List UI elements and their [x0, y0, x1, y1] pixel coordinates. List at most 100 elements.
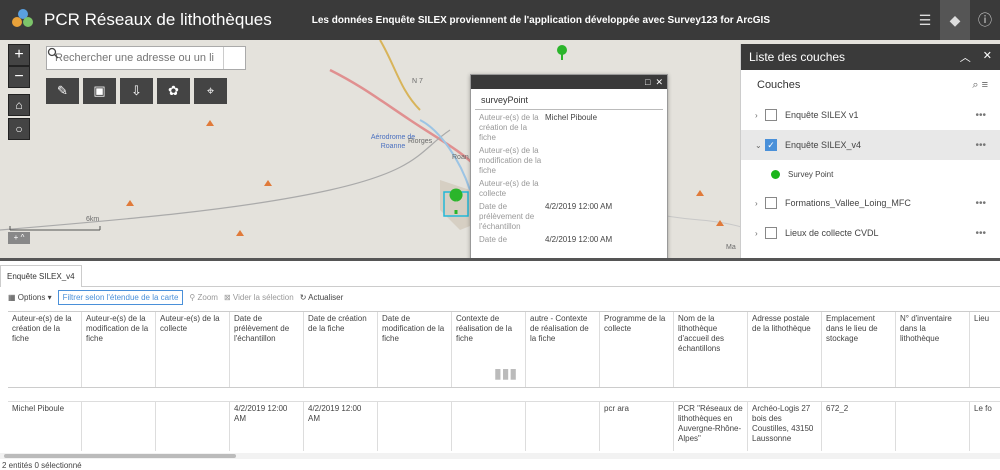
layer-item[interactable]: › Lieux de collecte CVDL ••• — [741, 218, 1000, 248]
chevron-right-icon[interactable]: › — [755, 111, 765, 120]
tab-enquete-silex-v4[interactable]: Enquête SILEX_v4 — [0, 265, 82, 287]
print-icon[interactable]: ▣ — [83, 78, 116, 104]
search-icon[interactable] — [47, 47, 245, 69]
column-header[interactable]: autre - Contexte de réalisation de la fi… — [526, 312, 600, 387]
table-cell: pcr ara — [600, 402, 674, 451]
table-cell: Archéo-Logis 27 bois des Coustilles, 431… — [748, 402, 822, 451]
map-label-town2: Roan — [452, 154, 469, 161]
popup-value: 4/2/2019 12:00 AM — [545, 235, 613, 244]
layer-list-panel: Liste des couches ︿ ✕ Couches ⌕ ≡ › Enqu… — [740, 44, 1000, 258]
popup-row: Auteur-e(s) de la création de la fiche M… — [471, 110, 667, 143]
layer-item[interactable]: › Formations_Vallee_Loing_MFC ••• — [741, 188, 1000, 218]
more-icon[interactable]: ••• — [975, 140, 1000, 151]
column-header[interactable]: Date de modification de la fiche — [378, 312, 452, 387]
popup-key: Auteur-e(s) de la création de la fiche — [479, 113, 539, 142]
overview-toggle-icon[interactable]: + ^ — [8, 232, 30, 244]
column-header[interactable]: Lieu — [970, 312, 1000, 387]
layer-label: Enquête SILEX_v4 — [785, 140, 862, 150]
locate-icon[interactable]: ○ — [8, 118, 30, 140]
info-icon[interactable]: ⓘ — [970, 0, 1000, 40]
basemap-gallery-icon[interactable]: ✿ — [157, 78, 190, 104]
table-cell: 672_2 — [822, 402, 896, 451]
search-input[interactable] — [47, 47, 223, 69]
column-header[interactable]: Programme de la collecte — [600, 312, 674, 387]
chevron-right-icon[interactable]: › — [755, 229, 765, 238]
column-header[interactable]: Adresse postale de la lithothèque — [748, 312, 822, 387]
popup-value: 4/2/2019 12:00 AM — [545, 202, 613, 211]
popup-key: Auteur-e(s) de la collecte — [479, 179, 539, 198]
layer-legend-item: Survey Point — [741, 160, 1000, 188]
column-header[interactable]: Auteur-e(s) de la modification de la fic… — [82, 312, 156, 387]
column-header[interactable]: N° d'inventaire dans la lithothèque — [896, 312, 970, 387]
draw-icon[interactable]: ✎ — [46, 78, 79, 104]
options-menu[interactable]: ▦ Options ▾ — [8, 293, 52, 302]
home-icon[interactable]: ⌂ — [8, 94, 30, 116]
column-header[interactable]: Auteur-e(s) de la collecte — [156, 312, 230, 387]
table-cell: 4/2/2019 12:00 AM — [304, 402, 378, 451]
zoom-label: Zoom — [197, 292, 218, 302]
measure-icon[interactable]: ⇩ — [120, 78, 153, 104]
layer-item[interactable]: ⌄ ✓ Enquête SILEX_v4 ••• — [741, 130, 1000, 160]
more-icon[interactable]: ••• — [975, 110, 1000, 121]
table-cell: 4/2/2019 12:00 AM — [230, 402, 304, 451]
map-label-town: Riorges — [408, 138, 433, 145]
more-icon[interactable]: ••• — [975, 228, 1000, 239]
zoom-in-button[interactable]: + — [8, 44, 30, 66]
table-toolbar: ▦ Options ▾ Filtrer selon l'étendue de l… — [0, 287, 1000, 307]
zoom-button[interactable]: ⚲ Zoom — [189, 293, 218, 302]
layer-checkbox[interactable] — [765, 109, 777, 121]
loading-icon: ▮▮▮ — [494, 365, 518, 381]
table-row[interactable]: Michel Piboule 4/2/2019 12:00 AM 4/2/201… — [8, 402, 1000, 451]
layer-checkbox[interactable] — [765, 197, 777, 209]
app-header: PCR Réseaux de lithothèques Les données … — [0, 0, 1000, 40]
table-cell: Le fo — [974, 404, 992, 413]
chevron-down-icon[interactable]: ⌄ — [755, 141, 765, 150]
popup-row: Auteur-e(s) de la collecte — [471, 176, 667, 199]
close-panel-icon[interactable]: ✕ — [983, 49, 992, 65]
filter-layers-icon[interactable]: ≡ — [982, 79, 988, 91]
popup-row: Date de 4/2/2019 12:00 AM — [471, 232, 667, 245]
popup-key: Date de prélèvement de l'échantillon — [479, 202, 535, 231]
column-header[interactable]: Date de prélèvement de l'échantillon — [230, 312, 304, 387]
popup-title: surveyPoint — [475, 89, 663, 110]
search-box[interactable] — [46, 46, 246, 70]
column-header[interactable]: Nom de la lithothèque d'accueil des écha… — [674, 312, 748, 387]
search-layers-icon[interactable]: ⌕ — [972, 79, 978, 91]
filter-extent-button[interactable]: Filtrer selon l'étendue de la carte — [57, 289, 184, 305]
maximize-icon[interactable]: □ — [645, 77, 650, 87]
map-label-road: N 7 — [412, 78, 423, 85]
list-icon[interactable]: ☰ — [910, 0, 940, 40]
share-icon[interactable]: ⌖ — [194, 78, 227, 104]
map-label-corner: Ma — [726, 244, 736, 251]
column-header[interactable]: Date de création de la fiche — [304, 312, 378, 387]
layer-label: Lieux de collecte CVDL — [785, 228, 879, 238]
legend-label: Survey Point — [788, 169, 834, 179]
close-icon[interactable]: ✕ — [655, 77, 663, 88]
column-header[interactable]: Auteur-e(s) de la création de la fiche — [8, 312, 82, 387]
chevron-right-icon[interactable]: › — [755, 199, 765, 208]
layer-checkbox[interactable] — [765, 227, 777, 239]
horizontal-scrollbar[interactable] — [0, 453, 1000, 459]
clear-selection-label: Vider la sélection — [232, 292, 294, 302]
refresh-button[interactable]: ↻ Actualiser — [300, 293, 344, 302]
app-logo-icon — [12, 9, 34, 31]
layer-item[interactable]: › Enquête SILEX v1 ••• — [741, 100, 1000, 130]
collapse-icon[interactable]: ︿ — [960, 49, 971, 65]
table-cell — [82, 402, 156, 451]
table-cell — [526, 402, 600, 451]
layer-checkbox[interactable]: ✓ — [765, 139, 777, 151]
map-scale-label: 6km — [86, 216, 100, 223]
table-cell — [896, 402, 970, 451]
green-point-icon — [771, 169, 780, 179]
status-text: 2 entités 0 sélectionné — [2, 461, 82, 470]
zoom-out-button[interactable]: − — [8, 66, 30, 88]
more-icon[interactable]: ••• — [975, 198, 1000, 209]
layers-section-label: Couches — [757, 79, 801, 91]
refresh-label: Actualiser — [308, 292, 344, 302]
layer-list-title: Liste des couches — [749, 50, 846, 64]
popup-value: Michel Piboule — [545, 113, 598, 122]
clear-selection-button[interactable]: ⊠ Vider la sélection — [224, 293, 294, 302]
layers-icon[interactable]: ◆ — [940, 0, 970, 40]
layer-label: Formations_Vallee_Loing_MFC — [785, 198, 911, 208]
column-header[interactable]: Emplacement dans le lieu de stockage — [822, 312, 896, 387]
